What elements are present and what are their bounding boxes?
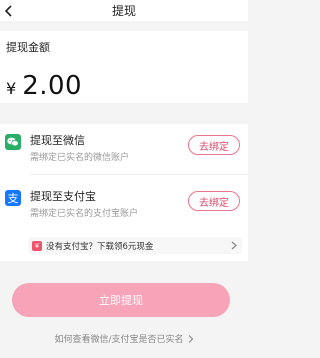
help-text: 如何查看微信/支付宝是否已实名	[54, 335, 184, 345]
amount-display: ¥ 2.00	[6, 71, 82, 101]
red-envelope-icon: ¥	[32, 240, 42, 251]
withdraw-methods: 提现至微信 需绑定已实名的微信账户 去绑定 支 提现至支付宝 需绑定已实名的支付…	[0, 124, 248, 261]
chevron-left-icon	[4, 4, 12, 17]
withdraw-now-button[interactable]: 立即提现	[12, 283, 230, 317]
chevron-right-icon	[231, 241, 237, 250]
method-desc: 需绑定已实名的微信账户	[30, 153, 130, 163]
method-wechat[interactable]: 提现至微信 需绑定已实名的微信账户 去绑定	[0, 130, 248, 170]
svg-text:支: 支	[8, 192, 19, 205]
nav-bar: 提现	[0, 0, 248, 21]
bind-alipay-button[interactable]: 去绑定	[188, 191, 240, 211]
chevron-right-icon	[188, 334, 193, 343]
promo-text: 没有支付宝？下载领6元现金	[46, 241, 154, 252]
bind-wechat-button[interactable]: 去绑定	[188, 135, 240, 155]
back-button[interactable]	[4, 0, 14, 21]
method-desc: 需绑定已实名的支付宝账户	[30, 209, 139, 219]
alipay-icon: 支	[5, 190, 21, 210]
page-title: 提现	[111, 4, 136, 18]
realname-help-link[interactable]: 如何查看微信/支付宝是否已实名	[0, 332, 248, 345]
amount-value: 2.00	[22, 71, 83, 101]
wechat-icon	[5, 134, 21, 154]
divider	[30, 174, 248, 175]
method-alipay[interactable]: 支 提现至支付宝 需绑定已实名的支付宝账户 去绑定	[0, 186, 248, 226]
amount-card: 提现金额 ¥ 2.00	[0, 31, 248, 103]
method-name: 提现至支付宝	[30, 190, 96, 203]
method-name: 提现至微信	[30, 134, 85, 147]
amount-label: 提现金额	[6, 41, 50, 54]
alipay-promo-banner[interactable]: ¥ 没有支付宝？下载领6元现金	[28, 237, 242, 254]
currency-symbol: ¥	[6, 79, 17, 98]
